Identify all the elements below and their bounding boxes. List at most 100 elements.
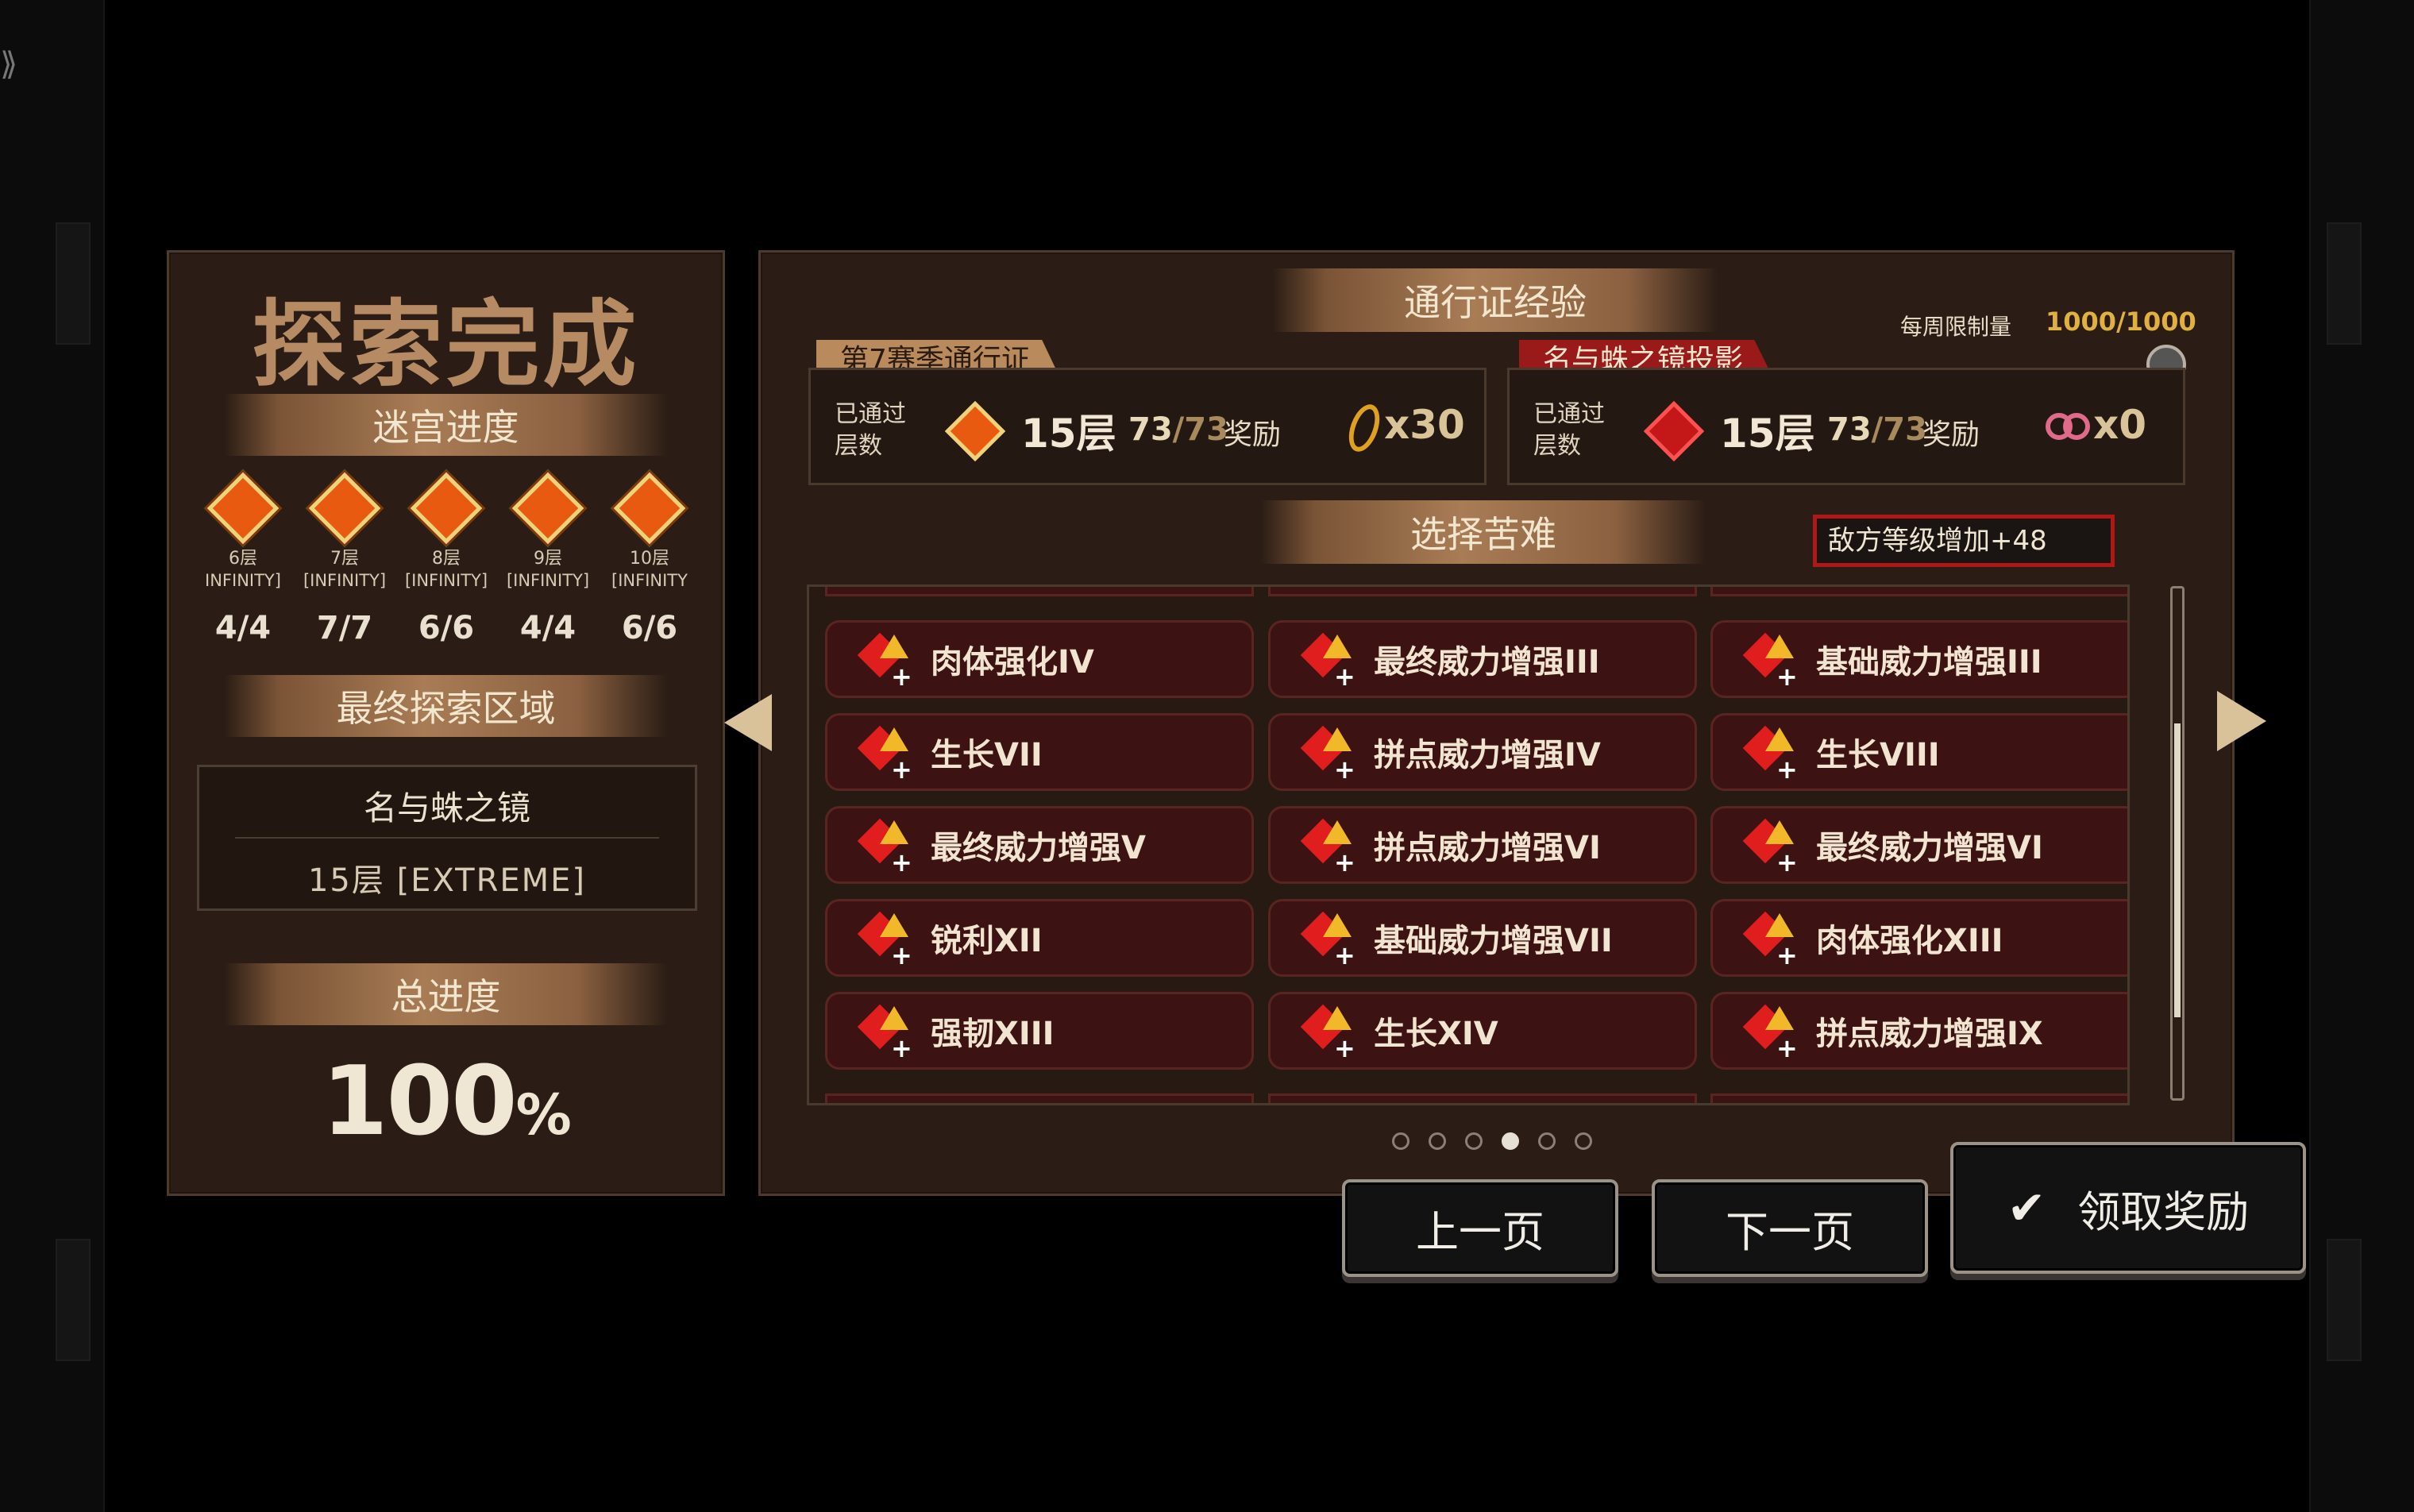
hardship-card-label: 最终威力增强V: [931, 830, 1146, 866]
next-page-button[interactable]: 下一页: [1652, 1179, 1928, 1277]
frame-notch: [56, 222, 91, 345]
page-dot[interactable]: [1465, 1132, 1483, 1150]
floor-progress-item: 10层 [INFINITY 6/6: [600, 472, 700, 646]
buff-icon: +: [857, 631, 915, 692]
labyrinth-progress-header: 迷宫进度: [225, 394, 667, 456]
season-pass-box: 已通过 层数 15层 73/73 奖励 x30: [808, 368, 1487, 485]
hardship-card-label: 基础威力增强VII: [1374, 923, 1613, 959]
frame-notch: [2327, 1239, 2362, 1361]
hardship-card[interactable]: + 肉体强化XIII: [1710, 899, 2127, 977]
hardship-list: + 肉体强化IV + 最终威力增强III + 基础威力增强III + 生长VII + 拼点威力增强…: [807, 584, 2130, 1105]
mirror-pass-progress: 73/73: [1827, 411, 1927, 448]
buff-icon: +: [1742, 724, 1800, 785]
hardship-card-label: 拼点威力增强IV: [1374, 737, 1601, 773]
buff-icon: +: [1742, 910, 1800, 970]
floor-progress-item: 9层 [INFINITY] 4/4: [498, 472, 598, 646]
pass-token-icon: [1343, 400, 1386, 456]
menu-icon[interactable]: ⟫: [0, 46, 17, 83]
prev-page-button[interactable]: 上一页: [1342, 1179, 1618, 1277]
hardship-card[interactable]: + 肉体强化IV: [825, 620, 1254, 698]
final-area-floor: 15层 [EXTREME]: [307, 862, 587, 899]
buff-icon: +: [857, 910, 915, 970]
mirror-pass-box: 已通过 层数 15层 73/73 奖励 x0: [1507, 368, 2185, 485]
buff-icon: +: [857, 724, 915, 785]
select-hardship-header: 选择苦难: [1261, 500, 1706, 564]
hardship-card-label: 生长XIV: [1374, 1016, 1498, 1052]
hardship-card[interactable]: + 生长VIII: [1710, 713, 2127, 791]
exploration-complete-title: 探索完成: [252, 290, 640, 399]
buff-icon: +: [1742, 817, 1800, 878]
frame-left: [0, 0, 105, 1512]
hardship-card-label: 最终威力增强III: [1374, 644, 1600, 681]
buff-icon: +: [1300, 910, 1358, 970]
hardship-card[interactable]: + 最终威力增强VI: [1710, 806, 2127, 884]
buff-icon: +: [1742, 631, 1800, 692]
page-dot[interactable]: [1429, 1132, 1446, 1150]
floor-diamond-icon: [308, 472, 381, 545]
hardship-card[interactable]: + 拼点威力增强VI: [1268, 806, 1697, 884]
weekly-limit-value: 1000/1000: [2046, 307, 2196, 337]
season-pass-progress: 73/73: [1128, 411, 1228, 448]
hardship-card[interactable]: + 锐利XII: [825, 899, 1254, 977]
floor-progress-item: 6层 INFINITY] 4/4: [193, 472, 293, 646]
final-area-header: 最终探索区域: [225, 675, 667, 737]
page-dot[interactable]: [1392, 1132, 1409, 1150]
hardship-scrollbar[interactable]: [2170, 586, 2185, 1101]
hardship-card-label: 基础威力增强III: [1816, 644, 2042, 681]
floor-diamond-icon: [613, 472, 686, 545]
ribbon-icon: [2046, 408, 2090, 440]
total-progress-value: 100%: [322, 1047, 572, 1157]
page-dot[interactable]: [1502, 1132, 1519, 1150]
mirror-diamond-icon: [1643, 400, 1705, 462]
hardship-card[interactable]: + 生长VII: [825, 713, 1254, 791]
check-icon: ✔: [2007, 1181, 2046, 1235]
floor-progress-item: 8层 [INFINITY] 6/6: [396, 472, 496, 646]
divider: [235, 837, 659, 839]
floor-diamond-icon: [511, 472, 584, 545]
buff-icon: +: [1300, 817, 1358, 878]
prev-page-arrow-icon[interactable]: [724, 694, 772, 751]
hardship-card[interactable]: + 生长XIV: [1268, 992, 1697, 1070]
hardship-card-label: 生长VIII: [1816, 737, 1940, 773]
buff-icon: +: [857, 1003, 915, 1063]
page-dot[interactable]: [1538, 1132, 1556, 1150]
exploration-summary-panel: 探索完成 迷宫进度 6层 INFINITY] 4/4 7层 [INFINITY]…: [167, 250, 725, 1196]
hardship-card-label: 拼点威力增强IX: [1816, 1016, 2043, 1052]
buff-icon: +: [1300, 1003, 1358, 1063]
buff-icon: +: [1300, 724, 1358, 785]
weekly-limit-label: 每周限制量: [1900, 314, 2012, 340]
hardship-card[interactable]: + 拼点威力增强IX: [1710, 992, 2127, 1070]
hardship-card-label: 最终威力增强VI: [1816, 830, 2043, 866]
hardship-card-label: 生长VII: [931, 737, 1043, 773]
hardship-card-label: 锐利XII: [931, 923, 1043, 959]
hardship-card-label: 肉体强化XIII: [1816, 923, 2003, 959]
total-progress-header: 总进度: [225, 963, 667, 1025]
buff-icon: +: [1742, 1003, 1800, 1063]
enemy-level-indicator: 敌方等级增加+48: [1813, 515, 2115, 567]
hardship-card[interactable]: + 最终威力增强V: [825, 806, 1254, 884]
buff-icon: +: [857, 817, 915, 878]
hardship-card-label: 拼点威力增强VI: [1374, 830, 1601, 866]
hardship-card[interactable]: + 强韧XIII: [825, 992, 1254, 1070]
hardship-card[interactable]: + 基础威力增强VII: [1268, 899, 1697, 977]
floor-diamond-icon: [206, 472, 280, 545]
floor-progress-item: 7层 [INFINITY] 7/7: [295, 472, 395, 646]
hardship-card[interactable]: + 基础威力增强III: [1710, 620, 2127, 698]
hardship-card[interactable]: + 最终威力增强III: [1268, 620, 1697, 698]
final-area-box: 名与蛛之镜 15层 [EXTREME]: [197, 765, 697, 911]
final-area-name: 名与蛛之镜: [363, 789, 530, 827]
frame-notch: [56, 1239, 91, 1361]
frame-notch: [2327, 222, 2362, 345]
floor-diamond-icon: [944, 400, 1006, 462]
pass-exp-header: 通行证经验: [1273, 268, 1718, 332]
page-dot[interactable]: [1575, 1132, 1592, 1150]
hardship-card-label: 肉体强化IV: [931, 644, 1094, 681]
rewards-panel: 通行证经验 每周限制量 1000/1000 第7赛季通行证 已通过 层数 15层…: [758, 250, 2235, 1196]
buff-icon: +: [1300, 631, 1358, 692]
hardship-card[interactable]: + 拼点威力增强IV: [1268, 713, 1697, 791]
scrollbar-thumb[interactable]: [2174, 723, 2181, 1017]
hardship-card-label: 强韧XIII: [931, 1016, 1055, 1052]
floor-diamond-icon: [410, 472, 483, 545]
claim-reward-button[interactable]: ✔ 领取奖励: [1950, 1142, 2306, 1274]
next-page-arrow-icon[interactable]: [2217, 691, 2266, 751]
